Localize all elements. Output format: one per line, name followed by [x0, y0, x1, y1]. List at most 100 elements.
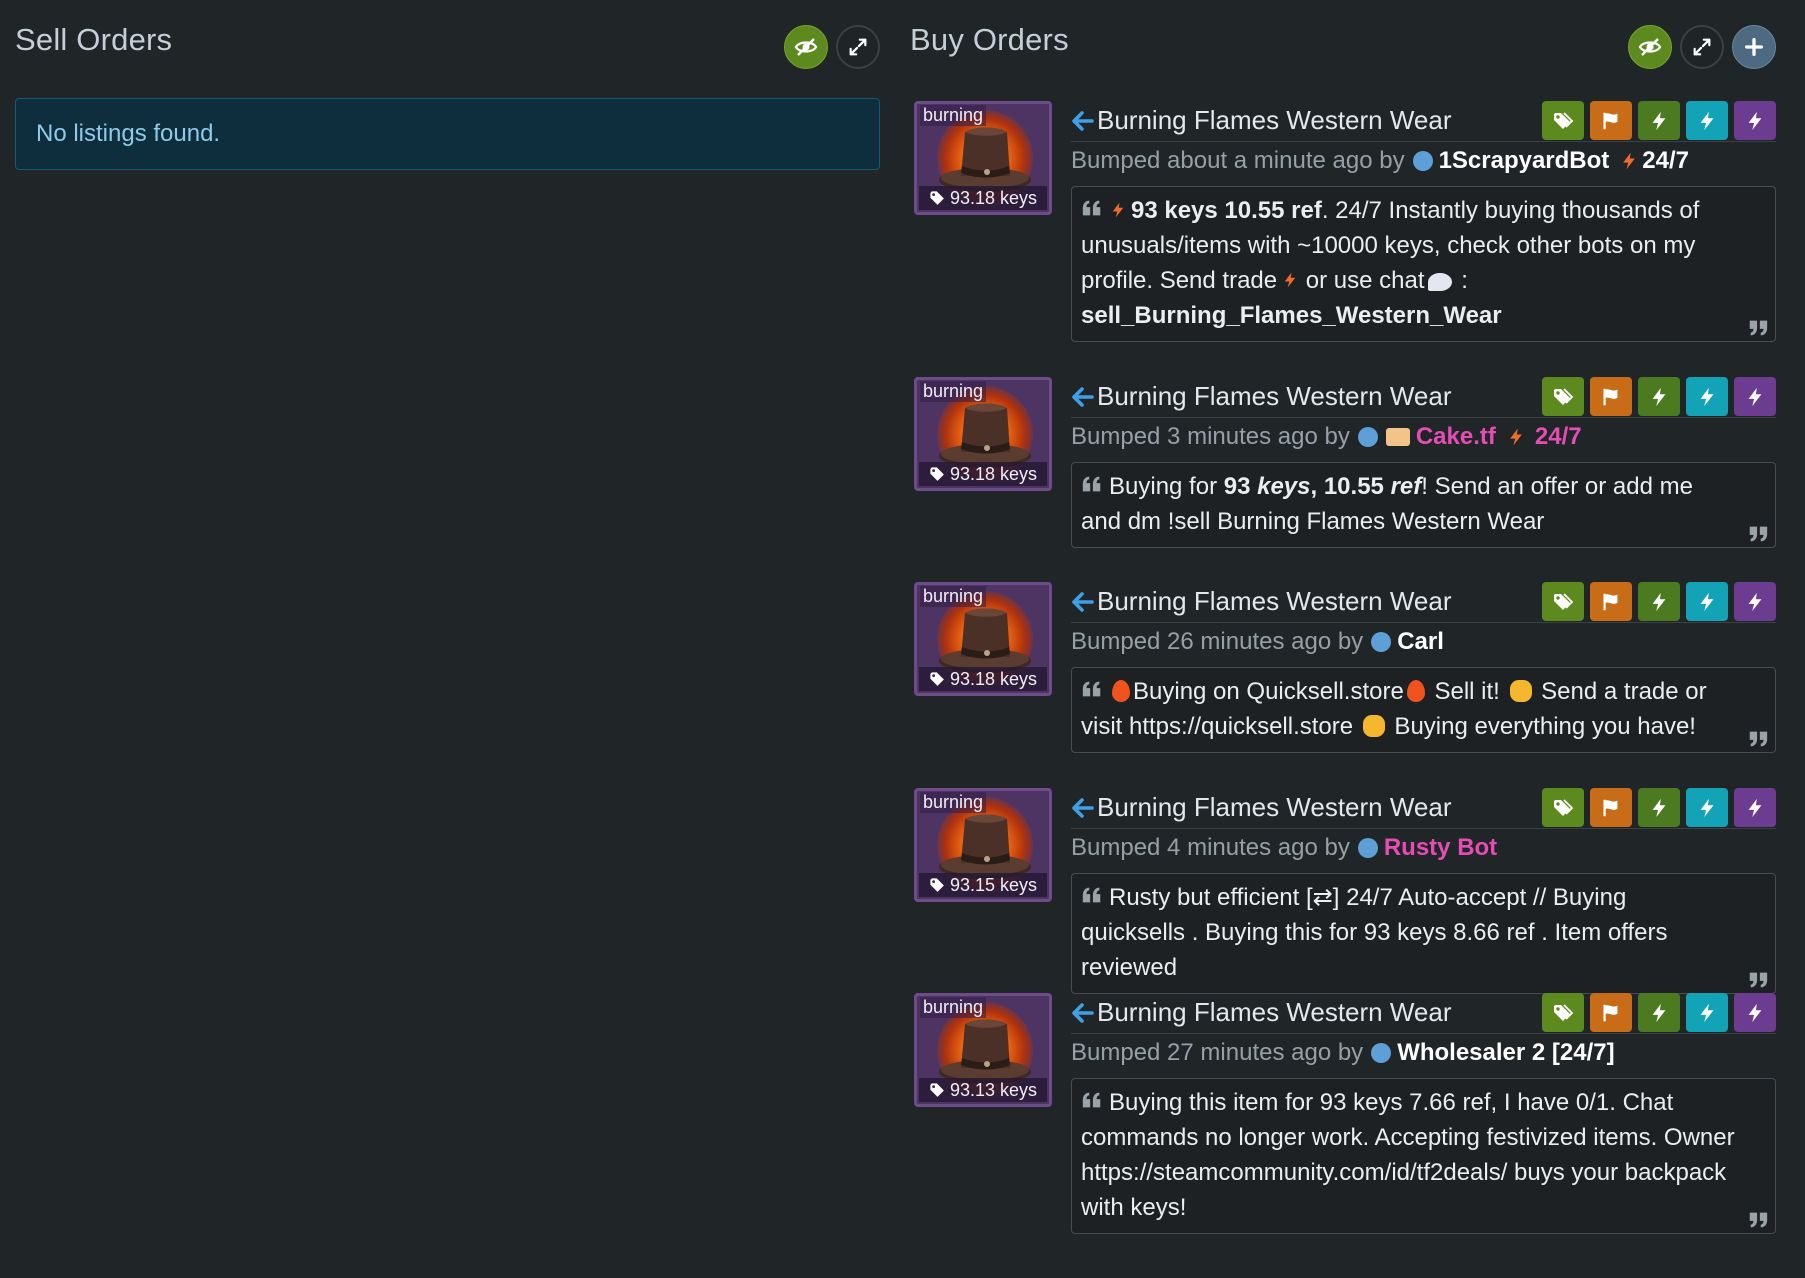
- quote-left-icon: [1081, 884, 1103, 906]
- no-listings-alert: No listings found.: [15, 98, 880, 170]
- bolt-icon: [1744, 110, 1766, 132]
- price-badge: 93.18 keys: [919, 667, 1047, 691]
- trade-offer-button[interactable]: [1638, 377, 1680, 416]
- report-button[interactable]: [1590, 377, 1632, 416]
- user-name-link[interactable]: Cake.tf: [1416, 423, 1496, 451]
- comment-text: ref: [1390, 473, 1422, 500]
- pointing-hand-icon: [1509, 680, 1532, 702]
- quote-right-icon: [1747, 969, 1769, 991]
- add-buy-order-button[interactable]: [1732, 25, 1776, 69]
- comment-text: Rusty but efficient [⇄] 24/7 Auto-accept…: [1081, 884, 1668, 981]
- trade-offer-button[interactable]: [1638, 788, 1680, 827]
- toggle-visibility-button[interactable]: [784, 25, 828, 69]
- report-button[interactable]: [1590, 788, 1632, 827]
- trade-offer-button[interactable]: [1638, 993, 1680, 1032]
- flag-icon: [1600, 797, 1622, 819]
- expand-button[interactable]: [836, 25, 880, 69]
- price-tag-button[interactable]: [1542, 377, 1584, 416]
- user-badge: 24/7: [1534, 423, 1582, 450]
- bot-trade-button[interactable]: [1734, 993, 1776, 1032]
- bump-text: Bumped 26 minutes ago by: [1071, 628, 1364, 655]
- item-title-link[interactable]: Burning Flames Western Wear: [1071, 105, 1452, 136]
- item-thumbnail[interactable]: burning 93.18 keys: [914, 582, 1052, 696]
- flag-icon: [1600, 386, 1622, 408]
- quote-right-icon: [1747, 317, 1769, 339]
- instant-trade-button[interactable]: [1686, 788, 1728, 827]
- user-name-link[interactable]: Carl: [1397, 628, 1444, 656]
- tags-icon: [1551, 796, 1575, 820]
- buy-orders-panel: Buy Orders burning 93.18 keys Burning Fl…: [910, 0, 1776, 1234]
- item-thumbnail[interactable]: burning 93.13 keys: [914, 993, 1052, 1107]
- price-tag-button[interactable]: [1542, 582, 1584, 621]
- listing-comment: 93 keys 10.55 ref. 24/7 Instantly buying…: [1071, 186, 1776, 342]
- trade-offer-button[interactable]: [1638, 582, 1680, 621]
- online-status-dot: [1371, 632, 1392, 652]
- price-badge: 93.18 keys: [919, 462, 1047, 486]
- effect-label: burning: [920, 997, 987, 1018]
- price-text: 93.18 keys: [949, 463, 1038, 484]
- bump-text: Bumped 27 minutes ago by: [1071, 1039, 1364, 1066]
- bolt-icon: [1696, 1002, 1718, 1024]
- sell-panel-header: Sell Orders: [15, 0, 880, 92]
- bot-trade-button[interactable]: [1734, 582, 1776, 621]
- toggle-visibility-button[interactable]: [1628, 25, 1672, 69]
- arrow-left-icon: [1071, 796, 1095, 820]
- bot-trade-button[interactable]: [1734, 377, 1776, 416]
- item-thumbnail[interactable]: burning 93.18 keys: [914, 377, 1052, 491]
- user-name-link[interactable]: Rusty Bot: [1384, 834, 1497, 862]
- instant-trade-button[interactable]: [1686, 582, 1728, 621]
- quote-left-icon: [1081, 473, 1103, 495]
- plus-icon: [1743, 36, 1765, 58]
- tag-icon: [929, 466, 946, 483]
- item-title-link[interactable]: Burning Flames Western Wear: [1071, 381, 1452, 412]
- instant-trade-button[interactable]: [1686, 993, 1728, 1032]
- instant-trade-button[interactable]: [1686, 101, 1728, 140]
- instant-trade-button[interactable]: [1686, 377, 1728, 416]
- bump-text: Bumped 3 minutes ago by: [1071, 423, 1350, 450]
- effect-label: burning: [920, 381, 987, 402]
- item-title: Burning Flames Western Wear: [1097, 381, 1452, 411]
- bump-info: Bumped 4 minutes ago by Rusty Bot: [1071, 829, 1776, 867]
- bot-trade-button[interactable]: [1734, 101, 1776, 140]
- quote-left-icon: [1081, 1089, 1103, 1111]
- report-button[interactable]: [1590, 993, 1632, 1032]
- expand-icon: [1691, 36, 1713, 58]
- report-button[interactable]: [1590, 101, 1632, 140]
- bump-text: Bumped about a minute ago by: [1071, 147, 1405, 174]
- bolt-icon: [1506, 425, 1526, 449]
- expand-button[interactable]: [1680, 25, 1724, 69]
- buy-panel-title: Buy Orders: [910, 22, 1069, 57]
- bolt-icon: [1648, 591, 1670, 613]
- bolt-icon: [1696, 797, 1718, 819]
- item-thumbnail[interactable]: burning 93.18 keys: [914, 101, 1052, 215]
- price-text: 93.18 keys: [949, 187, 1038, 208]
- bot-trade-button[interactable]: [1734, 788, 1776, 827]
- item-title: Burning Flames Western Wear: [1097, 997, 1452, 1027]
- item-thumbnail[interactable]: burning 93.15 keys: [914, 788, 1052, 902]
- user-name-link[interactable]: Wholesaler 2 [24/7]: [1397, 1039, 1614, 1067]
- user-name-link[interactable]: 1ScrapyardBot: [1439, 147, 1610, 175]
- tags-icon: [1551, 109, 1575, 133]
- price-tag-button[interactable]: [1542, 788, 1584, 827]
- effect-label: burning: [920, 105, 987, 126]
- fire-icon: [1112, 680, 1130, 702]
- effect-label: burning: [920, 792, 987, 813]
- flag-icon: [1600, 591, 1622, 613]
- bolt-icon: [1648, 110, 1670, 132]
- trade-offer-button[interactable]: [1638, 101, 1680, 140]
- item-title-link[interactable]: Burning Flames Western Wear: [1071, 997, 1452, 1028]
- price-tag-button[interactable]: [1542, 101, 1584, 140]
- arrow-left-icon: [1071, 590, 1095, 614]
- report-button[interactable]: [1590, 582, 1632, 621]
- cake-icon: [1385, 428, 1410, 446]
- price-tag-button[interactable]: [1542, 993, 1584, 1032]
- item-title-link[interactable]: Burning Flames Western Wear: [1071, 586, 1452, 617]
- comment-price: 93 keys 10.55 ref: [1131, 197, 1322, 224]
- quote-left-icon: [1081, 197, 1103, 219]
- item-title-link[interactable]: Burning Flames Western Wear: [1071, 792, 1452, 823]
- eye-slash-icon: [794, 35, 818, 59]
- item-title: Burning Flames Western Wear: [1097, 792, 1452, 822]
- tags-icon: [1551, 590, 1575, 614]
- bolt-icon: [1744, 591, 1766, 613]
- no-listings-text: No listings found.: [36, 120, 221, 147]
